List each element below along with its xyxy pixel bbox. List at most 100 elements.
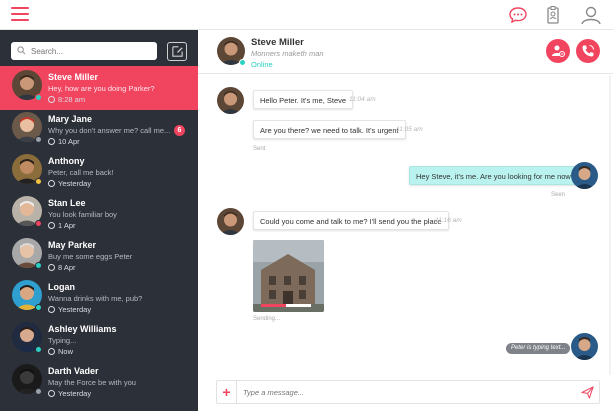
presence-dot <box>35 136 42 143</box>
contact-item[interactable]: Steve Miller Hey, how are you doing Parke… <box>0 66 198 110</box>
chat-header: Steve Miller Monners maketh man Online <box>198 30 613 74</box>
presence-dot <box>35 304 42 311</box>
contact-time: Now <box>48 347 73 356</box>
chat-scrollbar[interactable] <box>609 75 611 375</box>
contact-time-text: Yesterday <box>58 305 92 314</box>
phone-call-icon <box>582 45 594 57</box>
clock-icon <box>48 264 55 271</box>
clock-icon <box>48 138 55 145</box>
contact-time-text: Yesterday <box>58 179 92 188</box>
contact-last-message: Hey, how are you doing Parker? <box>48 84 155 93</box>
call-button[interactable] <box>576 39 600 63</box>
chat-bubble-icon[interactable] <box>508 5 528 25</box>
chat-contact-name: Steve Miller <box>251 37 304 48</box>
contact-item[interactable]: Darth Vader May the Force be with you Yest… <box>0 360 198 404</box>
contacts-sidebar: Steve Miller Hey, how are you doing Parke… <box>0 30 198 411</box>
contact-name: Mary Jane <box>48 114 93 124</box>
clock-icon <box>48 390 55 397</box>
contact-name: Stan Lee <box>48 198 86 208</box>
search-input[interactable] <box>31 44 151 58</box>
remove-user-icon <box>552 45 565 57</box>
contact-last-message: Peter, call me back! <box>48 168 114 177</box>
clock-icon <box>48 96 55 103</box>
send-icon <box>581 386 594 399</box>
presence-dot <box>35 220 42 227</box>
contact-item[interactable]: Stan Lee You look familiar boy 1 Apr <box>0 192 198 236</box>
compose-icon <box>172 46 183 57</box>
typing-indicator: Peter is typing text... <box>506 343 571 354</box>
presence-dot <box>35 262 42 269</box>
chat-contact-subtitle: Monners maketh man <box>251 49 324 58</box>
avatar[interactable] <box>217 208 244 235</box>
contact-time: Yesterday <box>48 179 91 188</box>
contact-time: 10 Apr <box>48 137 80 146</box>
contact-time-text: 1 Apr <box>58 221 76 230</box>
contact-time: 1 Apr <box>48 221 76 230</box>
message-bubble: Could you come and talk to me? I'll send… <box>253 211 449 230</box>
contact-last-message: You look familiar boy <box>48 210 117 219</box>
search-icon <box>17 46 26 55</box>
contact-time: 8:28 am <box>48 95 85 104</box>
contact-name: Steve Miller <box>48 72 99 82</box>
contact-name: Logan <box>48 282 75 292</box>
contact-item[interactable]: May Parker Buy me some eggs Peter 8 Apr <box>0 234 198 278</box>
message-bubble-outgoing: Hey Steve, it's me. Are you looking for … <box>409 166 583 185</box>
presence-dot <box>35 346 42 353</box>
contact-item[interactable]: Anthony Peter, call me back! Yesterday <box>0 150 198 194</box>
contact-last-message: Wanna drinks with me, pub? <box>48 294 143 303</box>
contact-name: Anthony <box>48 156 85 166</box>
building-photo-image <box>253 240 324 312</box>
upload-progress-fill <box>261 304 286 307</box>
clock-icon <box>48 306 55 313</box>
contact-last-message: Typing... <box>48 336 77 345</box>
plus-icon: + <box>222 384 231 400</box>
unread-badge: 6 <box>174 125 185 136</box>
contact-name: May Parker <box>48 240 97 250</box>
attach-button[interactable]: + <box>217 381 237 403</box>
avatar[interactable] <box>571 333 598 360</box>
contact-time-text: Now <box>58 347 74 356</box>
message-bubble: Are you there? we need to talk. It's urg… <box>253 120 406 139</box>
message-status: Sending... <box>253 316 281 322</box>
presence-dot <box>35 178 42 185</box>
clock-icon <box>48 222 55 229</box>
hamburger-menu-icon[interactable] <box>11 7 29 22</box>
contact-time-text: 10 Apr <box>58 137 80 146</box>
contact-time-text: 8:28 am <box>58 95 86 104</box>
presence-dot <box>35 94 42 101</box>
message-time: 11:04 am <box>349 96 376 103</box>
contact-time-text: Yesterday <box>58 389 92 398</box>
message-input[interactable] <box>243 385 563 399</box>
message-time: 11:16 am <box>435 217 462 224</box>
contact-time: Yesterday <box>48 305 91 314</box>
contact-last-message: May the Force be with you <box>48 378 136 387</box>
contact-last-message: Buy me some eggs Peter <box>48 252 133 261</box>
search-box <box>11 42 157 60</box>
remove-user-button[interactable] <box>546 39 570 63</box>
message-composer: + <box>216 380 600 404</box>
avatar[interactable] <box>571 162 598 189</box>
contact-item[interactable]: Ashley Williams Typing... Now <box>0 318 198 362</box>
top-bar <box>0 0 613 30</box>
clock-icon <box>48 348 55 355</box>
online-status-dot <box>239 59 246 66</box>
avatar[interactable] <box>217 87 244 114</box>
message-time: 11:05 am <box>396 126 423 133</box>
contact-last-message: Why you don't answer me? call me... <box>48 126 170 135</box>
contact-name: Darth Vader <box>48 366 99 376</box>
message-status: Sent <box>253 146 266 152</box>
id-badge-icon[interactable] <box>543 5 563 25</box>
contact-item[interactable]: Mary Jane Why you don't answer me? call m… <box>0 108 198 152</box>
image-attachment[interactable] <box>253 240 324 312</box>
contact-item[interactable]: Logan Wanna drinks with me, pub? Yesterday <box>0 276 198 320</box>
message-status: Seen <box>551 192 566 198</box>
contact-time: Yesterday <box>48 389 91 398</box>
presence-dot <box>35 388 42 395</box>
user-profile-icon[interactable] <box>580 5 601 25</box>
clock-icon <box>48 180 55 187</box>
send-button[interactable] <box>581 386 594 399</box>
message-bubble: Hello Peter. It's me, Steve <box>253 90 354 109</box>
upload-progress-bar <box>261 304 311 307</box>
new-chat-button[interactable] <box>167 42 187 61</box>
contact-time-text: 8 Apr <box>58 263 76 272</box>
